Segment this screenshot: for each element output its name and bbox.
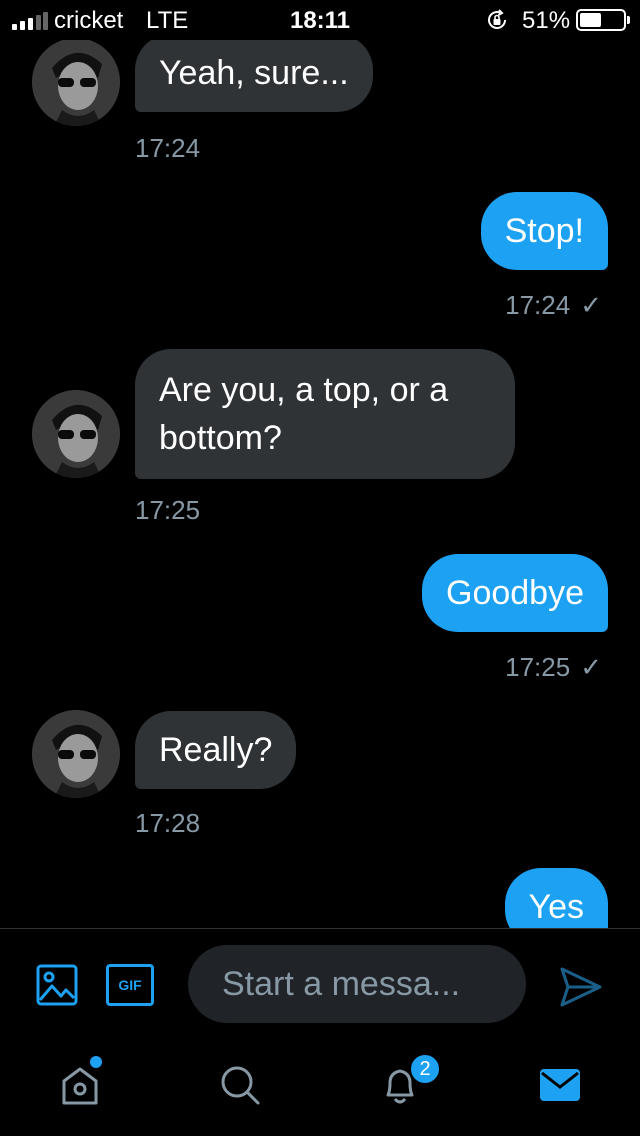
message-timestamp: 17:28: [135, 808, 201, 838]
message-timestamp: 17:25: [135, 495, 201, 525]
search-icon[interactable]: [216, 1061, 264, 1109]
message-timestamp: 17:24: [135, 133, 201, 163]
home-icon[interactable]: [56, 1061, 104, 1109]
message-bubble-outgoing[interactable]: Yes: [504, 868, 608, 928]
status-bar: cricket LTE 18:11 51%: [0, 0, 640, 40]
profile-photo-icon: [32, 710, 120, 798]
new-content-dot: [90, 1056, 102, 1068]
image-icon[interactable]: [36, 964, 78, 1006]
bottom-tab-bar: 2: [0, 1036, 640, 1136]
message-timestamp: 17:25 ✓: [505, 652, 602, 683]
avatar[interactable]: [32, 390, 120, 478]
message-bubble-incoming[interactable]: Really?: [135, 711, 297, 789]
message-bubble-incoming[interactable]: Yeah, sure...: [135, 40, 373, 112]
message-input[interactable]: [188, 945, 526, 1023]
avatar[interactable]: [32, 710, 120, 798]
avatar[interactable]: [32, 40, 120, 126]
message-bubble-outgoing[interactable]: Goodbye: [422, 554, 608, 632]
mail-icon[interactable]: [536, 1061, 584, 1109]
send-icon[interactable]: [558, 965, 604, 1009]
gif-button[interactable]: GIF: [106, 964, 154, 1006]
timestamp-text: 17:24: [505, 290, 571, 320]
battery-tip: [627, 16, 630, 24]
check-icon: ✓: [580, 290, 602, 320]
notification-count-badge: 2: [409, 1053, 441, 1085]
message-thread[interactable]: Yeah, sure... 17:24 Stop! 17:24 ✓ Are you…: [0, 40, 640, 928]
battery-level: [580, 13, 601, 27]
message-bubble-outgoing[interactable]: Stop!: [480, 192, 608, 270]
message-bubble-incoming[interactable]: Are you, a top, or a bottom?: [135, 349, 515, 479]
rotation-lock-icon: [488, 9, 506, 29]
battery-percentage: 51%: [522, 7, 571, 34]
profile-photo-icon: [32, 40, 120, 126]
message-timestamp: 17:24 ✓: [505, 290, 602, 321]
check-icon: ✓: [580, 652, 602, 682]
battery-icon: [576, 9, 626, 31]
profile-photo-icon: [32, 390, 120, 478]
timestamp-text: 17:25: [505, 652, 571, 682]
message-composer: GIF: [0, 928, 640, 1036]
